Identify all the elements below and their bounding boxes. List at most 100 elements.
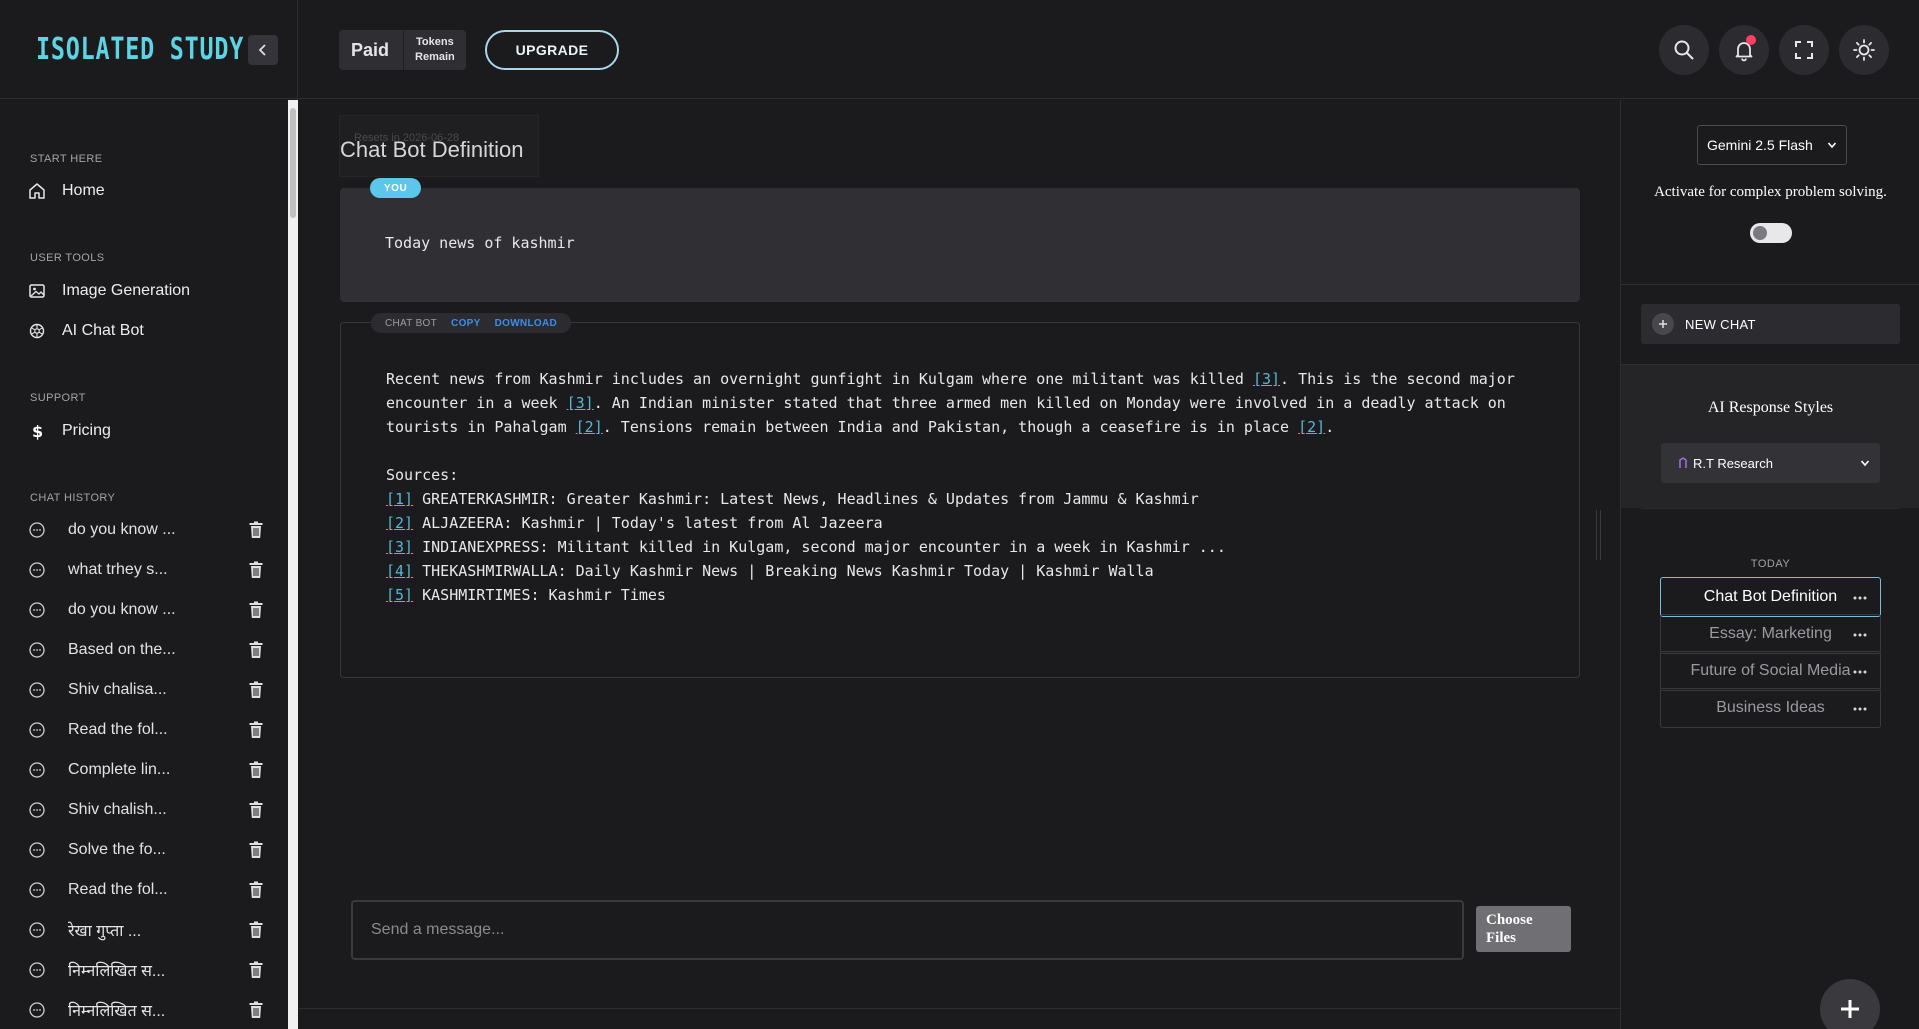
source-ref-link[interactable]: [2] bbox=[386, 514, 413, 532]
response-style-value: R.T Research bbox=[1677, 456, 1773, 471]
chat-bubble-icon bbox=[29, 882, 45, 898]
sidebar-scrollbar[interactable] bbox=[288, 100, 298, 1029]
sun-icon bbox=[1853, 39, 1875, 61]
app-logo[interactable]: ISOLATED STUDY bbox=[36, 32, 244, 67]
chat-bubble-icon bbox=[29, 1002, 45, 1018]
chat-history-item[interactable]: Read the fol... bbox=[28, 715, 264, 745]
divider bbox=[1641, 508, 1900, 509]
new-chat-button[interactable]: NEW CHAT bbox=[1641, 304, 1900, 344]
upgrade-button[interactable]: UPGRADE bbox=[485, 30, 619, 70]
conversation-item[interactable]: Essay: Marketing bbox=[1660, 614, 1881, 654]
tokens-remaining: Tokens Remain bbox=[404, 35, 466, 65]
response-style-select[interactable]: R.T Research bbox=[1661, 443, 1880, 483]
chat-history-item[interactable]: Based on the... bbox=[28, 635, 264, 665]
conversation-title: Business Ideas bbox=[1716, 699, 1825, 716]
chat-history-item[interactable]: निम्नलिखित स... bbox=[28, 955, 264, 985]
citation-link[interactable]: [2] bbox=[1298, 418, 1325, 436]
trash-icon[interactable] bbox=[248, 601, 264, 619]
sources-label: Sources: bbox=[386, 466, 459, 484]
trash-icon[interactable] bbox=[248, 801, 264, 819]
collapse-sidebar-button[interactable] bbox=[248, 35, 278, 65]
source-ref-link[interactable]: [5] bbox=[386, 586, 413, 604]
conversation-item[interactable]: Future of Social Media bbox=[1660, 651, 1881, 691]
chat-history-title: रेखा गुप्ता ... bbox=[68, 923, 142, 940]
panel-resize-handle[interactable] bbox=[1596, 510, 1608, 560]
chat-bubble-icon bbox=[29, 842, 45, 858]
chat-history-item[interactable]: Shiv chalish... bbox=[28, 795, 264, 825]
chat-history-item[interactable]: निम्नलिखित स... bbox=[28, 995, 264, 1025]
more-options-icon[interactable] bbox=[1852, 590, 1868, 606]
trash-icon[interactable] bbox=[248, 961, 264, 979]
sidebar-scroll-thumb[interactable] bbox=[290, 108, 296, 218]
notifications-button[interactable] bbox=[1719, 25, 1769, 75]
response-text: . Tensions remain between India and Paki… bbox=[602, 418, 1299, 436]
chat-history-item[interactable]: Complete lin... bbox=[28, 755, 264, 785]
sources-list: [1] GREATERKASHMIR: Greater Kashmir: Lat… bbox=[386, 487, 1546, 607]
chat-history-title: do you know ... bbox=[68, 521, 176, 538]
source-ref-link[interactable]: [3] bbox=[386, 538, 413, 556]
nav-ai-chat-bot[interactable]: AI Chat Bot bbox=[28, 316, 144, 346]
nav-image-generation[interactable]: Image Generation bbox=[28, 276, 190, 306]
trash-icon[interactable] bbox=[248, 681, 264, 699]
deep-think-toggle[interactable] bbox=[1750, 223, 1792, 243]
search-button[interactable] bbox=[1659, 25, 1709, 75]
more-options-icon[interactable] bbox=[1852, 664, 1868, 680]
remain-label: Remain bbox=[415, 51, 455, 63]
download-button[interactable]: DOWNLOAD bbox=[495, 318, 557, 329]
trash-icon[interactable] bbox=[248, 721, 264, 739]
trash-icon[interactable] bbox=[248, 881, 264, 899]
trash-icon[interactable] bbox=[248, 641, 264, 659]
citation-link[interactable]: [3] bbox=[567, 394, 594, 412]
trash-icon[interactable] bbox=[248, 921, 264, 939]
trash-icon[interactable] bbox=[248, 1001, 264, 1019]
nav-pricing-label: Pricing bbox=[62, 422, 111, 439]
chat-bubble-icon bbox=[29, 682, 45, 698]
page-title: Chat Bot Definition bbox=[340, 137, 524, 162]
trash-icon[interactable] bbox=[248, 841, 264, 859]
source-title: KASHMIRTIMES: Kashmir Times bbox=[422, 586, 666, 604]
trash-icon[interactable] bbox=[248, 761, 264, 779]
chat-bubble-icon bbox=[29, 762, 45, 778]
nav-home[interactable]: Home bbox=[28, 176, 105, 206]
model-select[interactable]: Gemini 2.5 Flash bbox=[1697, 125, 1847, 165]
trash-icon[interactable] bbox=[248, 561, 264, 579]
chat-history-title: Based on the... bbox=[68, 641, 176, 658]
chat-history-item[interactable]: रेखा गुप्ता ... bbox=[28, 915, 264, 945]
source-item: [1] GREATERKASHMIR: Greater Kashmir: Lat… bbox=[386, 487, 1546, 511]
chat-bubble-icon bbox=[29, 642, 45, 658]
plan-label: Paid bbox=[339, 30, 405, 70]
citation-link[interactable]: [2] bbox=[576, 418, 603, 436]
chat-history-item[interactable]: Read the fol... bbox=[28, 875, 264, 905]
more-options-icon[interactable] bbox=[1852, 627, 1868, 643]
message-input[interactable]: Send a message... bbox=[351, 900, 1464, 960]
chat-history-item[interactable]: do you know ... bbox=[28, 515, 264, 545]
response-text: Recent news from Kashmir includes an ove… bbox=[386, 370, 1253, 388]
citation-link[interactable]: [3] bbox=[1253, 370, 1280, 388]
chat-history-item[interactable]: what trhey s... bbox=[28, 555, 264, 585]
nav-pricing[interactable]: $ Pricing bbox=[28, 416, 111, 446]
choose-files-button[interactable]: Choose Files bbox=[1476, 906, 1571, 952]
source-ref-link[interactable]: [1] bbox=[386, 490, 413, 508]
chat-history-item[interactable]: Solve the fo... bbox=[28, 835, 264, 865]
trash-icon[interactable] bbox=[248, 521, 264, 539]
chat-history-item[interactable]: do you know ... bbox=[28, 595, 264, 625]
theme-toggle-button[interactable] bbox=[1839, 25, 1889, 75]
fullscreen-button[interactable] bbox=[1779, 25, 1829, 75]
source-ref-link[interactable]: [4] bbox=[386, 562, 413, 580]
chat-bubble-icon bbox=[29, 562, 45, 578]
chat-history-title: Shiv chalish... bbox=[68, 801, 167, 818]
notification-dot bbox=[1746, 35, 1756, 45]
chat-history-item[interactable]: Shiv chalisa... bbox=[28, 675, 264, 705]
copy-button[interactable]: COPY bbox=[451, 318, 481, 329]
chat-main: Resets in 2026-06-28 Chat Bot Definition… bbox=[299, 100, 1620, 1029]
conversation-item[interactable]: Business Ideas bbox=[1660, 688, 1881, 728]
dollar-icon: $ bbox=[32, 422, 43, 440]
source-item: [5] KASHMIRTIMES: Kashmir Times bbox=[386, 583, 1546, 607]
conversation-item[interactable]: Chat Bot Definition bbox=[1660, 577, 1881, 617]
user-message-bubble: YOU Today news of kashmir bbox=[340, 178, 1580, 302]
source-item: [4] THEKASHMIRWALLA: Daily Kashmir News … bbox=[386, 559, 1546, 583]
chat-bubble-icon bbox=[29, 962, 45, 978]
source-title: ALJAZEERA: Kashmir | Today's latest from… bbox=[422, 514, 883, 532]
chat-history-title: Read the fol... bbox=[68, 721, 168, 738]
more-options-icon[interactable] bbox=[1852, 701, 1868, 717]
